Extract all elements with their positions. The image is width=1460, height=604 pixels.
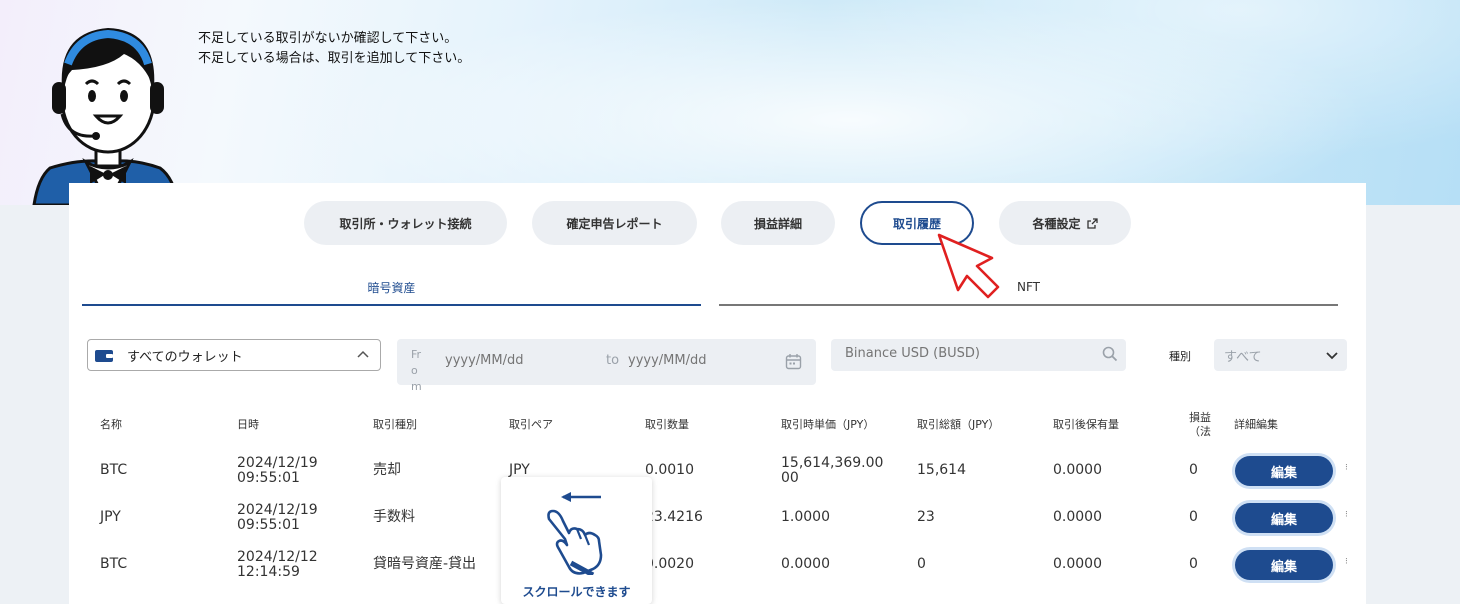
cell-holding: 0.0000 [1053, 462, 1102, 478]
tab-label: 各種設定 [1032, 216, 1081, 231]
cell-profit-loss: 0 [1189, 462, 1198, 478]
edit-button[interactable]: 編集 [1235, 550, 1333, 580]
subtab-label: NFT [1017, 280, 1040, 294]
instruction-message: 不足している取引がないか確認して下さい。 不足している場合は、取引を追加して下さ… [198, 29, 470, 69]
tab-label: 損益詳細 [753, 216, 802, 231]
cell-quantity: 0.0010 [645, 462, 694, 478]
date-to-input[interactable] [628, 353, 758, 368]
tab-label: 取引所・ウォレット接続 [339, 216, 472, 231]
cell-holding: 0.0000 [1053, 556, 1102, 572]
cell-time: 09:55:01 [237, 517, 300, 533]
type-filter-label: 種別 [1169, 350, 1191, 363]
cell-total: 0 [917, 556, 926, 572]
date-range-picker: From to [397, 339, 816, 393]
wallet-select[interactable]: すべてのウォレット [87, 339, 381, 371]
page-background [1366, 205, 1460, 604]
instruction-line-1: 不足している取引がないか確認して下さい。 [198, 31, 458, 46]
cell-holding: 0.0000 [1053, 509, 1102, 525]
external-link-icon [1086, 217, 1098, 229]
wallet-icon [95, 349, 113, 362]
date-from-input[interactable] [445, 353, 575, 368]
subtab-label: 暗号資産 [367, 280, 416, 295]
cell-time: 09:55:01 [237, 470, 300, 486]
cell-profit-loss: 0 [1189, 509, 1198, 525]
chevron-up-icon [357, 350, 369, 358]
column-header-total: 取引総額（JPY） [917, 418, 1000, 431]
cell-trade-type: 貸暗号資産-貸出 [373, 556, 477, 572]
tab-exchange-wallet-connect[interactable]: 取引所・ウォレット接続 [304, 201, 507, 245]
cell-unit-price: 0.0000 [781, 556, 830, 572]
column-header-name: 名称 [100, 418, 122, 431]
edit-button[interactable]: 編集 [1235, 456, 1333, 486]
type-select[interactable]: すべて [1214, 339, 1347, 371]
cell-total: 15,614 [917, 462, 966, 478]
column-header-unit-price: 取引時単価（JPY） [781, 418, 875, 431]
chevron-down-icon [1326, 352, 1338, 360]
cell-unit-price: 1.0000 [781, 509, 830, 525]
cell-unit-price-wrap: 00 [781, 470, 799, 486]
cell-profit-loss: 0 [1189, 556, 1198, 572]
column-header-trade-type: 取引種別 [373, 418, 417, 431]
cell-name: BTC [100, 462, 128, 478]
column-header-holding: 取引後保有量 [1053, 418, 1119, 431]
cell-trade-pair: JPY [509, 462, 530, 478]
cell-total: 23 [917, 509, 935, 525]
asset-search [831, 339, 1126, 371]
tab-tax-report[interactable]: 確定申告レポート [532, 201, 697, 245]
cell-date: 2024/12/19 [237, 502, 318, 518]
cell-quantity: 0.0020 [645, 556, 694, 572]
support-operator-illustration [32, 28, 180, 205]
type-select-value: すべて [1224, 350, 1262, 365]
cell-date: 2024/12/19 [237, 455, 318, 471]
wallet-select-value: すべてのウォレット [127, 349, 243, 365]
scroll-hint-card: スクロールできます [501, 477, 652, 604]
cell-date: 2024/12/12 [237, 549, 318, 565]
subtab-crypto-assets[interactable]: 暗号資産 [82, 270, 701, 306]
column-header-datetime: 日時 [237, 418, 259, 431]
more-dot-icon: ⁝ [1345, 557, 1348, 567]
cell-trade-type: 手数料 [373, 509, 415, 525]
edit-button[interactable]: 編集 [1235, 503, 1333, 533]
tab-settings[interactable]: 各種設定 [999, 201, 1131, 245]
column-header-edit: 詳細編集 [1234, 418, 1278, 431]
tab-profit-loss-detail[interactable]: 損益詳細 [721, 201, 835, 245]
cell-unit-price: 15,614,369.00 [781, 455, 884, 471]
cell-quantity: 23.4216 [645, 509, 703, 525]
more-dot-icon: ⁝ [1345, 463, 1348, 473]
search-input[interactable] [845, 346, 1095, 361]
tab-label: 確定申告レポート [566, 216, 663, 231]
date-from-label: From [411, 348, 422, 393]
subtab-nft[interactable]: NFT [719, 270, 1338, 306]
more-dot-icon: ⁝ [1345, 510, 1348, 520]
column-header-trade-pair: 取引ペア [509, 418, 553, 431]
cell-name: JPY [100, 509, 121, 525]
cell-time: 12:14:59 [237, 564, 300, 580]
main-panel [69, 183, 1366, 604]
cell-trade-type: 売却 [373, 462, 401, 478]
instruction-line-2: 不足している場合は、取引を追加して下さい。 [198, 51, 471, 66]
search-icon[interactable] [1102, 346, 1118, 362]
calendar-icon[interactable] [785, 353, 802, 370]
date-to-label: to [606, 353, 620, 368]
scroll-hint-text: スクロールできます [522, 585, 631, 599]
cell-name: BTC [100, 556, 128, 572]
column-header-quantity: 取引数量 [645, 418, 689, 431]
cursor-pointer-icon [937, 233, 1000, 299]
swipe-hand-icon [547, 492, 603, 575]
tab-label: 取引履歴 [892, 216, 941, 231]
column-header-profit-loss: 損益（法 [1189, 411, 1211, 438]
